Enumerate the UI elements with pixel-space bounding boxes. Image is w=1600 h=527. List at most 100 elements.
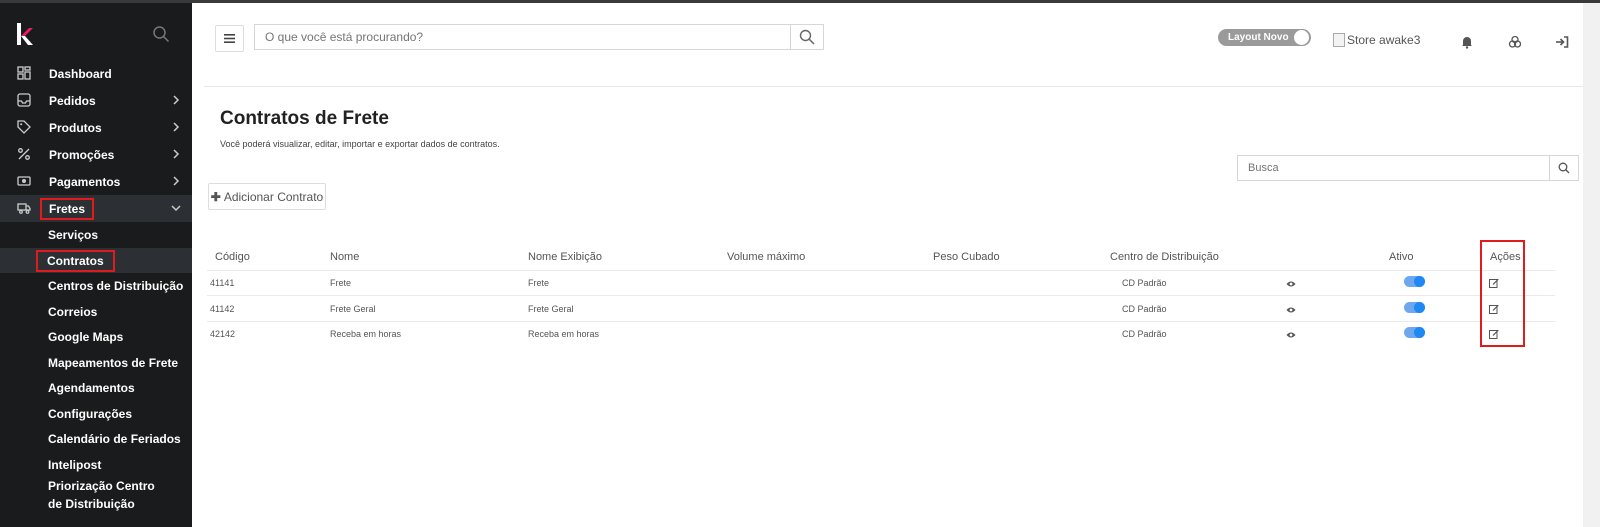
col-header-ativo[interactable]: Ativo — [1389, 251, 1413, 263]
active-toggle[interactable] — [1404, 276, 1425, 287]
cell-nome-exibicao: Frete — [528, 278, 550, 288]
busca-button[interactable] — [1549, 156, 1578, 180]
cell-nome: Receba em horas — [330, 329, 402, 339]
page-title: Contratos de Frete — [220, 108, 389, 129]
cell-codigo: 42142 — [210, 329, 236, 339]
active-toggle[interactable] — [1404, 327, 1425, 338]
menu-toggle-button[interactable] — [215, 25, 244, 52]
hamburger-icon — [224, 34, 235, 43]
plus-icon: ✚ — [210, 189, 221, 204]
col-header-codigo[interactable]: Código — [215, 251, 250, 263]
submenu-label: Configurações — [48, 406, 133, 421]
add-contract-button[interactable]: ✚ Adicionar Contrato — [208, 183, 326, 210]
search-icon — [799, 29, 815, 45]
cell-centro-distribuicao: CD Padrão — [1122, 278, 1167, 288]
truck-icon — [17, 203, 31, 214]
submenu-intelipost[interactable]: Intelipost — [0, 452, 192, 477]
store-logo[interactable]: Store awake3 — [1333, 33, 1420, 47]
cell-codigo: 41142 — [210, 304, 235, 314]
submenu-mapeamentos-frete[interactable]: Mapeamentos de Frete — [0, 350, 192, 375]
submenu-label: Intelipost — [48, 457, 102, 472]
sidebar-item-label: Fretes — [39, 197, 95, 220]
money-icon — [17, 176, 31, 186]
scrollbar[interactable] — [1583, 3, 1600, 527]
submenu-contratos[interactable]: Contratos — [0, 248, 192, 273]
search-icon[interactable] — [152, 25, 170, 43]
submenu-label: Mapeamentos de Frete — [48, 355, 179, 370]
inbox-icon — [17, 93, 31, 107]
col-header-volume-maximo[interactable]: Volume máximo — [727, 251, 805, 263]
submenu-label: Google Maps — [48, 329, 124, 344]
cell-centro-distribuicao: CD Padrão — [1122, 304, 1167, 314]
sidebar-item-fretes[interactable]: Fretes — [0, 195, 192, 222]
sidebar-item-label: Produtos — [49, 120, 102, 135]
submenu-label: Correios — [48, 304, 98, 319]
stores-icon[interactable] — [1508, 35, 1522, 49]
brand-logo[interactable] — [16, 23, 34, 45]
sidebar: Dashboard Pedidos Produtos Promoções Pag… — [0, 3, 192, 527]
eye-icon[interactable] — [1286, 280, 1296, 288]
cell-nome: Frete — [330, 278, 352, 288]
cell-centro-distribuicao: CD Padrão — [1122, 329, 1167, 339]
bell-icon[interactable] — [1460, 35, 1474, 49]
submenu-agendamentos[interactable]: Agendamentos — [0, 375, 192, 400]
toggle-knob — [1294, 30, 1309, 45]
window-top-border — [0, 0, 1600, 3]
eye-icon[interactable] — [1286, 306, 1296, 314]
logout-icon[interactable] — [1555, 35, 1569, 49]
submenu-correios[interactable]: Correios — [0, 299, 192, 324]
percent-icon — [18, 148, 30, 160]
sidebar-item-produtos[interactable]: Produtos — [0, 114, 192, 141]
sidebar-item-pagamentos[interactable]: Pagamentos — [0, 168, 192, 195]
header-divider — [204, 86, 1584, 87]
eye-icon[interactable] — [1286, 331, 1296, 339]
active-toggle[interactable] — [1404, 302, 1425, 313]
broken-image-icon — [1333, 33, 1345, 47]
chevron-right-icon — [173, 176, 180, 186]
submenu-label: Agendamentos — [48, 380, 135, 395]
submenu-centros-distribuicao[interactable]: Centros de Distribuição — [0, 273, 192, 298]
submenu-label: Priorização Centro de Distribuição — [48, 479, 155, 511]
submenu-label: Serviços — [48, 227, 99, 242]
cell-nome: Frete Geral — [330, 304, 376, 314]
sidebar-item-label: Promoções — [49, 147, 115, 162]
submenu-label: Calendário de Feriados — [48, 431, 181, 446]
table-row-divider — [207, 270, 1555, 271]
sidebar-item-label: Pedidos — [49, 93, 96, 108]
cell-codigo: 41141 — [210, 278, 235, 288]
col-header-centro-distribuicao[interactable]: Centro de Distribuição — [1110, 251, 1219, 263]
layout-toggle[interactable]: Layout Novo — [1218, 29, 1311, 46]
acoes-highlight-box — [1480, 240, 1525, 347]
sidebar-item-label: Dashboard — [49, 66, 112, 81]
page-subtitle: Você poderá visualizar, editar, importar… — [220, 139, 500, 149]
busca-input[interactable] — [1238, 156, 1549, 180]
col-header-nome-exibicao[interactable]: Nome Exibição — [528, 251, 602, 263]
col-header-peso-cubado[interactable]: Peso Cubado — [933, 251, 1000, 263]
search-icon — [1558, 162, 1570, 174]
col-header-nome[interactable]: Nome — [330, 251, 359, 263]
search-input[interactable] — [255, 25, 790, 49]
chevron-down-icon — [171, 205, 181, 212]
dashboard-icon — [17, 66, 31, 80]
submenu-configuracoes[interactable]: Configurações — [0, 401, 192, 426]
submenu-priorizacao-cd[interactable]: Priorização Centro de Distribuição — [0, 477, 192, 521]
toggle-label: Layout Novo — [1228, 32, 1289, 43]
sidebar-item-pedidos[interactable]: Pedidos — [0, 87, 192, 114]
cell-nome-exibicao: Frete Geral — [528, 304, 574, 314]
table-search — [1237, 155, 1579, 181]
global-search — [254, 24, 824, 50]
chevron-right-icon — [173, 122, 180, 132]
add-button-label: Adicionar Contrato — [223, 189, 324, 204]
search-button[interactable] — [790, 25, 823, 49]
cell-nome-exibicao: Receba em horas — [528, 329, 600, 339]
table-row-divider — [207, 321, 1555, 322]
sidebar-item-promocoes[interactable]: Promoções — [0, 141, 192, 168]
chevron-right-icon — [173, 149, 180, 159]
submenu-google-maps[interactable]: Google Maps — [0, 324, 192, 349]
submenu-calendario-feriados[interactable]: Calendário de Feriados — [0, 426, 192, 451]
table-row-divider — [207, 295, 1555, 296]
sidebar-item-dashboard[interactable]: Dashboard — [0, 60, 192, 87]
submenu-servicos[interactable]: Serviços — [0, 222, 192, 247]
submenu-label: Contratos — [36, 249, 115, 272]
tag-icon — [17, 120, 31, 134]
